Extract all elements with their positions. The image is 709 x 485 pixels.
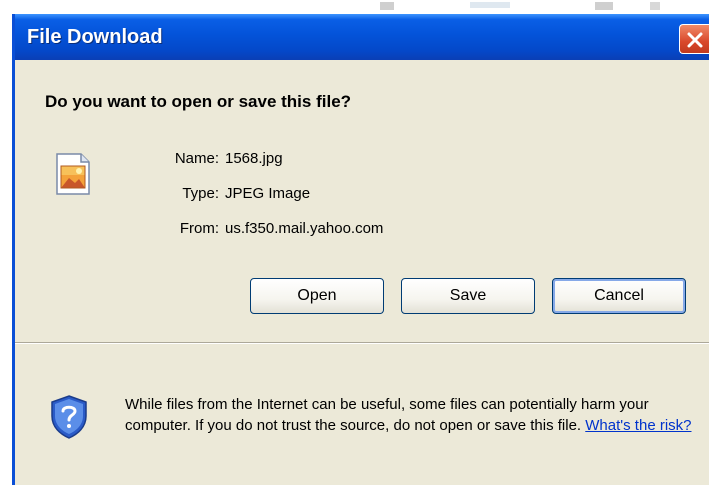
file-type-value: JPEG Image (225, 185, 311, 202)
whats-the-risk-link[interactable]: What's the risk? (585, 417, 691, 434)
file-name-value: 1568.jpg (225, 150, 283, 167)
close-button[interactable] (679, 24, 709, 54)
file-download-dialog: File Download Do you want to open or sav… (12, 14, 709, 485)
warning-text: While files from the Internet can be use… (125, 396, 649, 434)
open-button[interactable]: Open (250, 278, 384, 314)
file-from-label: From: (179, 220, 219, 237)
divider (15, 342, 709, 344)
dialog-question: Do you want to open or save this file? (45, 92, 352, 111)
save-button[interactable]: Save (401, 278, 535, 314)
file-from-value: us.f350.mail.yahoo.com (225, 220, 384, 237)
cancel-button[interactable]: Cancel (552, 278, 686, 314)
window-title: File Download (27, 26, 163, 48)
security-shield-icon (49, 394, 89, 445)
image-file-icon (53, 152, 93, 201)
close-icon (687, 32, 703, 48)
title-bar[interactable]: File Download (15, 14, 709, 60)
file-name-row: Name: 1568.jpg (145, 150, 283, 167)
background-marks (380, 2, 660, 10)
background-strip (0, 0, 709, 14)
file-type-label: Type: (182, 185, 219, 202)
file-name-label: Name: (174, 150, 219, 167)
file-from-row: From: us.f350.mail.yahoo.com (145, 220, 384, 237)
file-type-row: Type: JPEG Image (145, 185, 310, 202)
security-warning: While files from the Internet can be use… (125, 394, 695, 436)
